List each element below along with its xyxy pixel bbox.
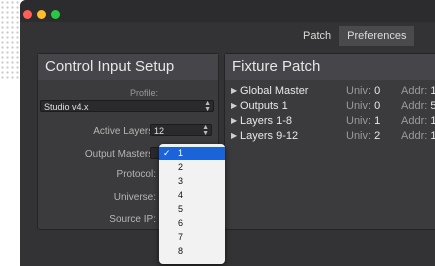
- fixture-name: Layers 9-12: [240, 130, 299, 142]
- fixture-row[interactable]: ▶ Layers 9-12 Univ: 2 Addr: 1: [231, 130, 435, 142]
- universe-label: Universe:: [113, 192, 156, 203]
- checkmark-icon: ✓: [163, 148, 171, 158]
- active-layers-select[interactable]: 12 ▲ ▼: [150, 124, 212, 137]
- univ-field: Univ: 0: [346, 85, 380, 97]
- option-label: 7: [178, 232, 184, 242]
- addr-field: Addr: 1: [401, 85, 435, 97]
- protocol-label: Protocol:: [116, 169, 156, 180]
- updown-arrows-icon: ▲▼: [202, 124, 209, 137]
- option-label: 8: [178, 246, 184, 256]
- univ-value: 2: [374, 130, 381, 142]
- addr-label: Addr:: [401, 130, 428, 142]
- close-window-button[interactable]: [23, 10, 32, 19]
- addr-label: Addr:: [401, 100, 428, 112]
- addr-value: 1: [430, 85, 435, 97]
- univ-label: Univ:: [346, 85, 372, 97]
- disclosure-triangle-icon[interactable]: ▶: [231, 130, 237, 142]
- output-masters-dropdown-menu: ✓ 1 2 3 4 5 6 7 8: [159, 144, 225, 264]
- fixture-row[interactable]: ▶ Global Master Univ: 0 Addr: 1: [231, 85, 435, 97]
- profile-value: Studio v4.x: [44, 102, 89, 112]
- univ-value: 1: [374, 115, 381, 127]
- option-label: 1: [178, 148, 184, 158]
- tab-patch[interactable]: Patch: [295, 26, 339, 46]
- addr-value: 1: [430, 115, 435, 127]
- dropdown-option-8[interactable]: 8: [159, 245, 225, 258]
- dropdown-option-1[interactable]: ✓ 1: [159, 147, 225, 160]
- dropdown-option-4[interactable]: 4: [159, 189, 225, 202]
- option-label: 2: [178, 162, 184, 172]
- panel-title: Fixture Patch: [225, 54, 435, 80]
- dropdown-option-7[interactable]: 7: [159, 231, 225, 244]
- panel-title: Control Input Setup: [38, 54, 218, 80]
- dropdown-option-2[interactable]: 2: [159, 161, 225, 174]
- app-window: Patch Preferences Control Input Setup Pr…: [20, 0, 435, 266]
- updown-arrows-icon: ▲▼: [204, 100, 211, 113]
- profile-label: Profile:: [129, 88, 158, 98]
- univ-value: 0: [374, 85, 381, 97]
- addr-field: Addr: 1: [401, 115, 435, 127]
- fixture-name: Layers 1-8: [240, 115, 292, 127]
- disclosure-triangle-icon[interactable]: ▶: [231, 85, 237, 97]
- fixture-name: Global Master: [240, 85, 309, 97]
- source-ip-label: Source IP:: [109, 214, 156, 225]
- option-label: 3: [178, 176, 184, 186]
- minimize-window-button[interactable]: [37, 10, 46, 19]
- univ-label: Univ:: [346, 115, 372, 127]
- profile-select[interactable]: Studio v4.x ▲ ▼: [40, 100, 214, 113]
- title-bar: [20, 0, 435, 22]
- univ-label: Univ:: [346, 130, 372, 142]
- disclosure-triangle-icon[interactable]: ▶: [231, 100, 237, 112]
- output-masters-label: Output Masters:: [84, 149, 156, 160]
- univ-value: 0: [374, 100, 381, 112]
- fixture-row[interactable]: ▶ Layers 1-8 Univ: 1 Addr: 1: [231, 115, 435, 127]
- univ-field: Univ: 0: [346, 100, 380, 112]
- univ-field: Univ: 1: [346, 115, 380, 127]
- dropdown-option-6[interactable]: 6: [159, 217, 225, 230]
- option-label: 6: [178, 218, 184, 228]
- dropdown-option-5[interactable]: 5: [159, 203, 225, 216]
- addr-value: 1: [430, 130, 435, 142]
- active-layers-value: 12: [154, 126, 165, 136]
- univ-field: Univ: 2: [346, 130, 380, 142]
- fixture-patch-panel: Fixture Patch ▶ Global Master Univ: 0 Ad…: [224, 53, 435, 230]
- addr-field: Addr: 1: [401, 130, 435, 142]
- addr-label: Addr:: [401, 85, 428, 97]
- addr-label: Addr:: [401, 115, 428, 127]
- dropdown-option-3[interactable]: 3: [159, 175, 225, 188]
- tab-preferences[interactable]: Preferences: [339, 26, 415, 46]
- univ-label: Univ:: [346, 100, 372, 112]
- tab-bar: Patch Preferences: [295, 26, 415, 46]
- zoom-window-button[interactable]: [51, 10, 60, 19]
- fixture-name: Outputs 1: [240, 100, 288, 112]
- addr-field: Addr: 5: [401, 100, 435, 112]
- fixture-row[interactable]: ▶ Outputs 1 Univ: 0 Addr: 5: [231, 100, 435, 112]
- active-layers-label: Active Layers:: [93, 126, 156, 137]
- disclosure-triangle-icon[interactable]: ▶: [231, 115, 237, 127]
- addr-value: 5: [430, 100, 435, 112]
- option-label: 5: [178, 204, 184, 214]
- option-label: 4: [178, 190, 184, 200]
